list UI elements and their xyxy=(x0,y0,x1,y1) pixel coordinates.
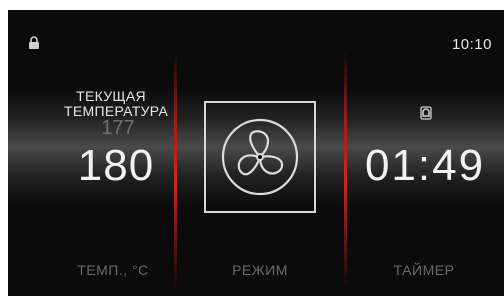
right-divider xyxy=(344,50,347,288)
current-temperature-label: ТЕКУЩАЯ ТЕМПЕРАТУРА xyxy=(64,88,169,119)
set-temperature-value[interactable]: 180 xyxy=(70,142,162,190)
left-divider xyxy=(174,50,177,288)
timer-value[interactable]: 01:49 xyxy=(360,142,490,190)
lock-icon[interactable] xyxy=(28,36,40,50)
oven-display: 10:10 ТЕКУЩАЯ ТЕМПЕРАТУРА 177 180 ТЕМП.,… xyxy=(8,10,504,296)
current-temperature-value: 177 xyxy=(101,117,135,139)
clock-time: 10:10 xyxy=(451,36,492,53)
temperature-label[interactable]: ТЕМП., °С xyxy=(58,262,168,278)
timer-label[interactable]: ТАЙМЕР xyxy=(364,262,484,278)
alarm-icon xyxy=(420,106,432,120)
mode-label[interactable]: РЕЖИМ xyxy=(208,262,312,278)
fan-icon xyxy=(221,118,299,196)
mode-button[interactable] xyxy=(204,101,316,213)
